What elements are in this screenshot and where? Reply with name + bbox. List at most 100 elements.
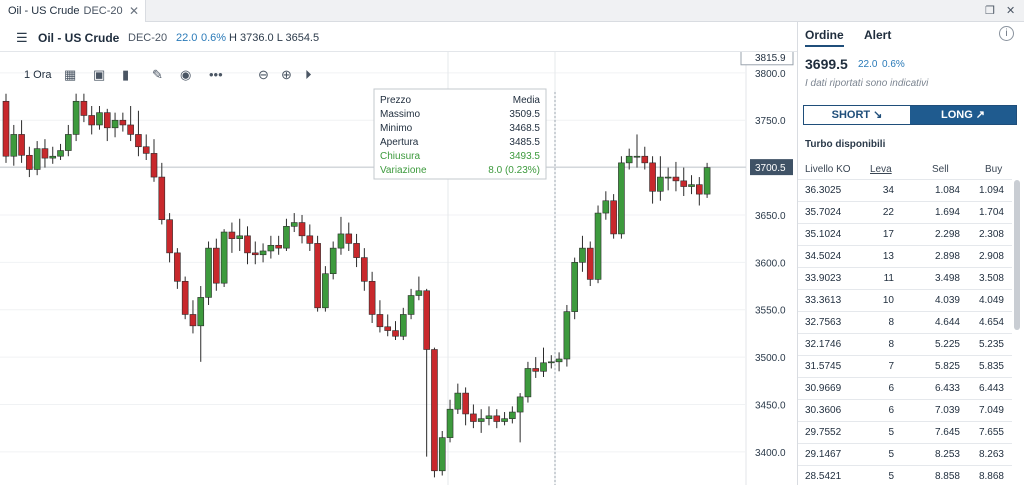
turbo-buy: 6.443 [978, 383, 1004, 394]
candle-body [680, 180, 688, 187]
tooltip-row-label: Massimo [380, 109, 420, 120]
turbo-row[interactable]: 31.5745 7 5.825 5.835 [798, 355, 1012, 377]
candle-body [72, 100, 80, 135]
turbo-ko-level: 28.5421 [805, 471, 842, 482]
turbo-row[interactable]: 34.5024 13 2.898 2.908 [798, 245, 1012, 267]
turbo-row[interactable]: 35.1024 17 2.298 2.308 [798, 223, 1012, 245]
candle-body [244, 235, 251, 254]
candle-body [485, 415, 493, 419]
turbo-row[interactable]: 33.9023 11 3.498 3.508 [798, 267, 1012, 289]
turbo-sell: 8.858 [934, 471, 960, 482]
restore-window-icon[interactable]: ❐ [985, 4, 995, 17]
candle-body [329, 247, 337, 275]
price-tick-label: 3800.0 [755, 69, 786, 80]
candle-body [555, 358, 563, 363]
calendar-icon[interactable]: ▦ [64, 67, 76, 83]
turbo-buy: 8.868 [978, 471, 1004, 482]
candle-body [337, 233, 345, 249]
candle-body [33, 148, 41, 170]
candle-body [516, 396, 524, 413]
panel-scrollbar[interactable] [1014, 180, 1020, 330]
close-window-icon[interactable]: ✕ [1006, 4, 1015, 17]
turbo-buy: 4.049 [978, 295, 1004, 306]
candle-body [18, 134, 25, 156]
candle-body [438, 437, 446, 472]
turbo-leverage: 6 [888, 405, 894, 416]
candle-body [501, 418, 508, 422]
long-button[interactable]: LONG ↗ [910, 106, 1016, 124]
turbo-row[interactable]: 29.7552 5 7.645 7.655 [798, 421, 1012, 443]
candle-body [423, 290, 430, 350]
tab-alert[interactable]: Alert [864, 28, 891, 42]
col-buy[interactable]: Buy [985, 164, 1002, 175]
candle-body [563, 311, 571, 360]
close-tab-icon[interactable]: ✕ [129, 0, 139, 22]
turbo-row[interactable]: 33.3613 10 4.039 4.049 [798, 289, 1012, 311]
turbo-sell: 7.039 [934, 405, 960, 416]
candle-body [228, 231, 236, 239]
price-tick-label: 3450.0 [755, 400, 786, 411]
volume-icon[interactable]: ▮ [122, 67, 129, 83]
turbo-buy: 1.094 [978, 185, 1004, 196]
bar-type-icon[interactable]: ▣ [93, 67, 105, 83]
panel-change-pct: 0.6% [882, 59, 905, 70]
turbo-row[interactable]: 32.7563 8 4.644 4.654 [798, 311, 1012, 333]
turbo-row[interactable]: 30.3606 6 7.039 7.049 [798, 399, 1012, 421]
price-tick-label: 3550.0 [755, 306, 786, 317]
price-tick-label: 3600.0 [755, 258, 786, 269]
turbo-sell: 7.645 [934, 427, 960, 438]
short-button[interactable]: SHORT ↘ [804, 106, 910, 124]
turbo-title: Turbo disponibili [805, 139, 886, 150]
tooltip-row-value: 3485.5 [509, 137, 540, 148]
direction-toggle: SHORT ↘ LONG ↗ [803, 105, 1017, 125]
zoom-in-icon[interactable]: ⊕ [281, 67, 292, 83]
turbo-ko-level: 30.3606 [805, 405, 842, 416]
instrument-name: Oil - US Crude [38, 31, 120, 45]
order-panel: Ordine Alert i 3699.5 22.0 0.6% I dati r… [797, 22, 1024, 485]
price-chart[interactable]: 3800.03750.03700.03650.03600.03550.03500… [0, 49, 797, 485]
chart-svg[interactable]: 3800.03750.03700.03650.03600.03550.03500… [0, 49, 797, 485]
candle-body [103, 112, 111, 129]
turbo-sell: 4.039 [934, 295, 960, 306]
turbo-row[interactable]: 35.7024 22 1.694 1.704 [798, 201, 1012, 223]
turbo-sell: 2.298 [934, 229, 960, 240]
turbo-buy: 2.908 [978, 251, 1004, 262]
candle-body [641, 155, 649, 164]
timeframe-select[interactable]: 1 Ora [24, 67, 52, 83]
hamburger-menu-icon[interactable]: ☰ [16, 30, 28, 46]
play-icon[interactable]: ⏵ [305, 67, 312, 83]
more-icon[interactable]: ••• [209, 67, 223, 83]
turbo-leverage: 5 [888, 449, 894, 460]
candle-body [345, 233, 353, 244]
turbo-row[interactable]: 36.3025 34 1.084 1.094 [798, 179, 1012, 201]
turbo-ko-level: 32.7563 [805, 317, 842, 328]
candle-body [166, 219, 173, 254]
turbo-row[interactable]: 32.1746 8 5.225 5.235 [798, 333, 1012, 355]
turbo-row[interactable]: 29.1467 5 8.253 8.263 [798, 443, 1012, 465]
zoom-out-icon[interactable]: ⊖ [258, 67, 269, 83]
turbo-buy: 8.263 [978, 449, 1004, 460]
col-leva[interactable]: Leva [870, 164, 892, 175]
draw-icon[interactable]: ✎ [152, 67, 163, 83]
turbo-row[interactable]: 30.9669 6 6.433 6.443 [798, 377, 1012, 399]
candle-body [431, 349, 438, 472]
turbo-ko-level: 36.3025 [805, 185, 842, 196]
turbo-row[interactable]: 28.5421 5 8.858 8.868 [798, 465, 1012, 487]
price-tick-label: 3500.0 [755, 353, 786, 364]
candle-body [594, 212, 602, 280]
candle-body [10, 134, 18, 157]
tab-oil-us-crude[interactable]: Oil - US Crude DEC-20 ✕ [0, 0, 146, 22]
turbo-sell: 4.644 [934, 317, 960, 328]
candle-body [189, 314, 197, 327]
candle-body [407, 295, 415, 315]
candle-body [290, 222, 298, 227]
col-sell[interactable]: Sell [932, 164, 949, 175]
eye-icon[interactable]: ◉ [180, 67, 191, 83]
candle-body [361, 257, 368, 282]
tab-ordine[interactable]: Ordine [805, 28, 844, 47]
candle-body [547, 361, 555, 364]
info-icon[interactable]: i [999, 26, 1014, 41]
candle-body [672, 176, 680, 182]
col-livello-ko[interactable]: Livello KO [805, 164, 851, 175]
turbo-ko-level: 30.9669 [805, 383, 842, 394]
